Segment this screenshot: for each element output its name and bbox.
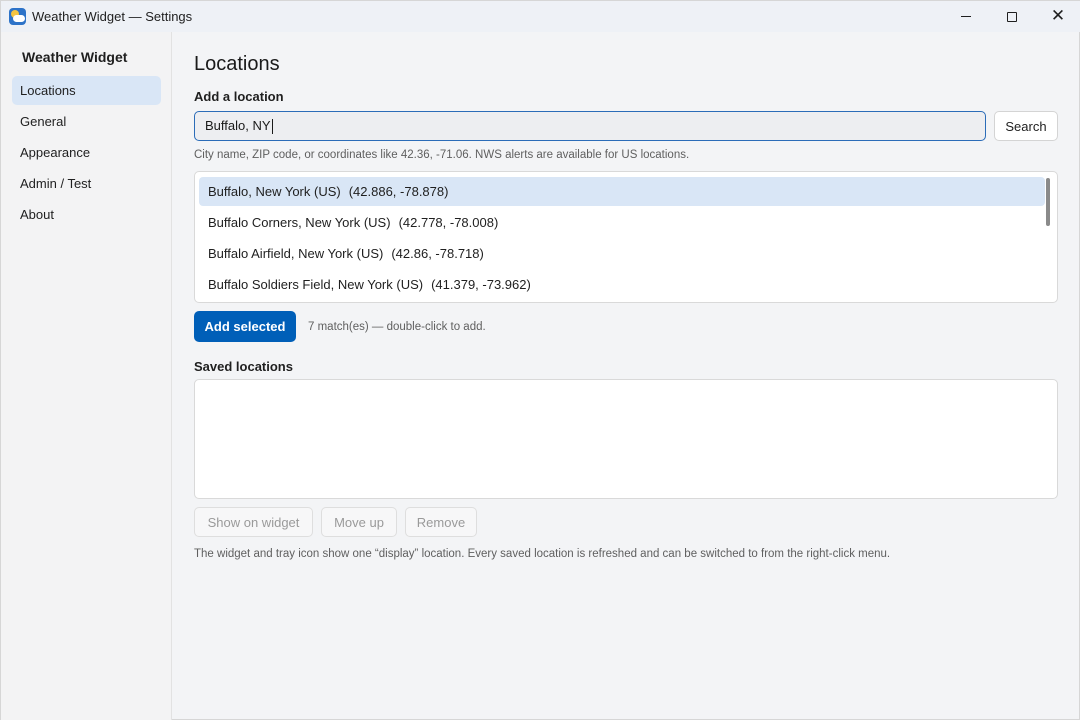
result-name: Buffalo Airfield, New York (US)	[208, 246, 384, 261]
search-hint: City name, ZIP code, or coordinates like…	[194, 149, 690, 161]
maximize-icon	[1007, 11, 1017, 22]
window-title: Weather Widget — Settings	[32, 9, 193, 24]
result-coords: (42.886, -78.878)	[348, 184, 449, 199]
result-name: Buffalo Soldiers Field, New York (US)	[208, 277, 424, 292]
sidebar-item-general[interactable]: General	[12, 107, 161, 136]
saved-locations-label: Saved locations	[194, 359, 293, 374]
page-title: Locations	[194, 53, 280, 75]
sidebar-item-appearance[interactable]: Appearance	[12, 138, 161, 167]
add-location-label: Add a location	[194, 89, 284, 104]
close-icon: ✕	[1050, 6, 1066, 26]
result-item[interactable]: Buffalo Airfield, New York (US) (42.86, -…	[199, 239, 1045, 268]
saved-locations-list[interactable]	[194, 379, 1058, 499]
match-count-text: 7 match(es) — double-click to add.	[308, 321, 486, 333]
maximize-button[interactable]	[989, 1, 1035, 32]
result-coords: (42.86, -78.718)	[391, 246, 484, 261]
weather-app-icon	[9, 8, 26, 25]
result-item[interactable]: Buffalo Corners, New York (US) (42.778, -…	[199, 208, 1045, 237]
search-button[interactable]: Search	[994, 111, 1058, 141]
settings-window: Weather Widget — Settings ✕ Weather Widg…	[0, 0, 1080, 720]
search-results-list[interactable]: Buffalo, New York (US) (42.886, -78.878) …	[194, 171, 1058, 303]
close-button[interactable]: ✕	[1035, 1, 1080, 32]
result-name: Buffalo Corners, New York (US)	[208, 215, 391, 230]
sidebar-item-locations[interactable]: Locations	[12, 76, 161, 105]
result-coords: (41.379, -73.962)	[431, 277, 531, 292]
search-input-value: Buffalo, NY	[205, 118, 271, 133]
minimize-icon	[961, 16, 971, 17]
add-selected-button[interactable]: Add selected	[194, 311, 296, 342]
text-caret	[271, 119, 273, 135]
sidebar-item-admin-test[interactable]: Admin / Test	[12, 169, 161, 198]
move-up-button[interactable]: Move up	[321, 507, 397, 537]
result-item[interactable]: Buffalo, New York (US) (42.886, -78.878)	[199, 177, 1045, 206]
minimize-button[interactable]	[943, 1, 989, 32]
sidebar: Weather Widget Locations General Appeara…	[1, 32, 172, 720]
footer-note: The widget and tray icon show one “displ…	[194, 548, 891, 560]
show-on-widget-button[interactable]: Show on widget	[194, 507, 313, 537]
result-coords: (42.778, -78.008)	[398, 215, 499, 230]
result-item[interactable]: Buffalo Soldiers Field, New York (US) (41…	[199, 270, 1045, 299]
sidebar-title: Weather Widget	[22, 49, 128, 65]
title-bar[interactable]: Weather Widget — Settings ✕	[1, 1, 1080, 32]
result-name: Buffalo, New York (US)	[208, 184, 341, 199]
location-search-input[interactable]: Buffalo, NY	[194, 111, 986, 141]
remove-button[interactable]: Remove	[405, 507, 477, 537]
main-content: Locations Add a location Buffalo, NY Sea…	[173, 32, 1079, 720]
results-scrollbar[interactable]	[1046, 178, 1050, 226]
sidebar-item-about[interactable]: About	[12, 200, 161, 229]
